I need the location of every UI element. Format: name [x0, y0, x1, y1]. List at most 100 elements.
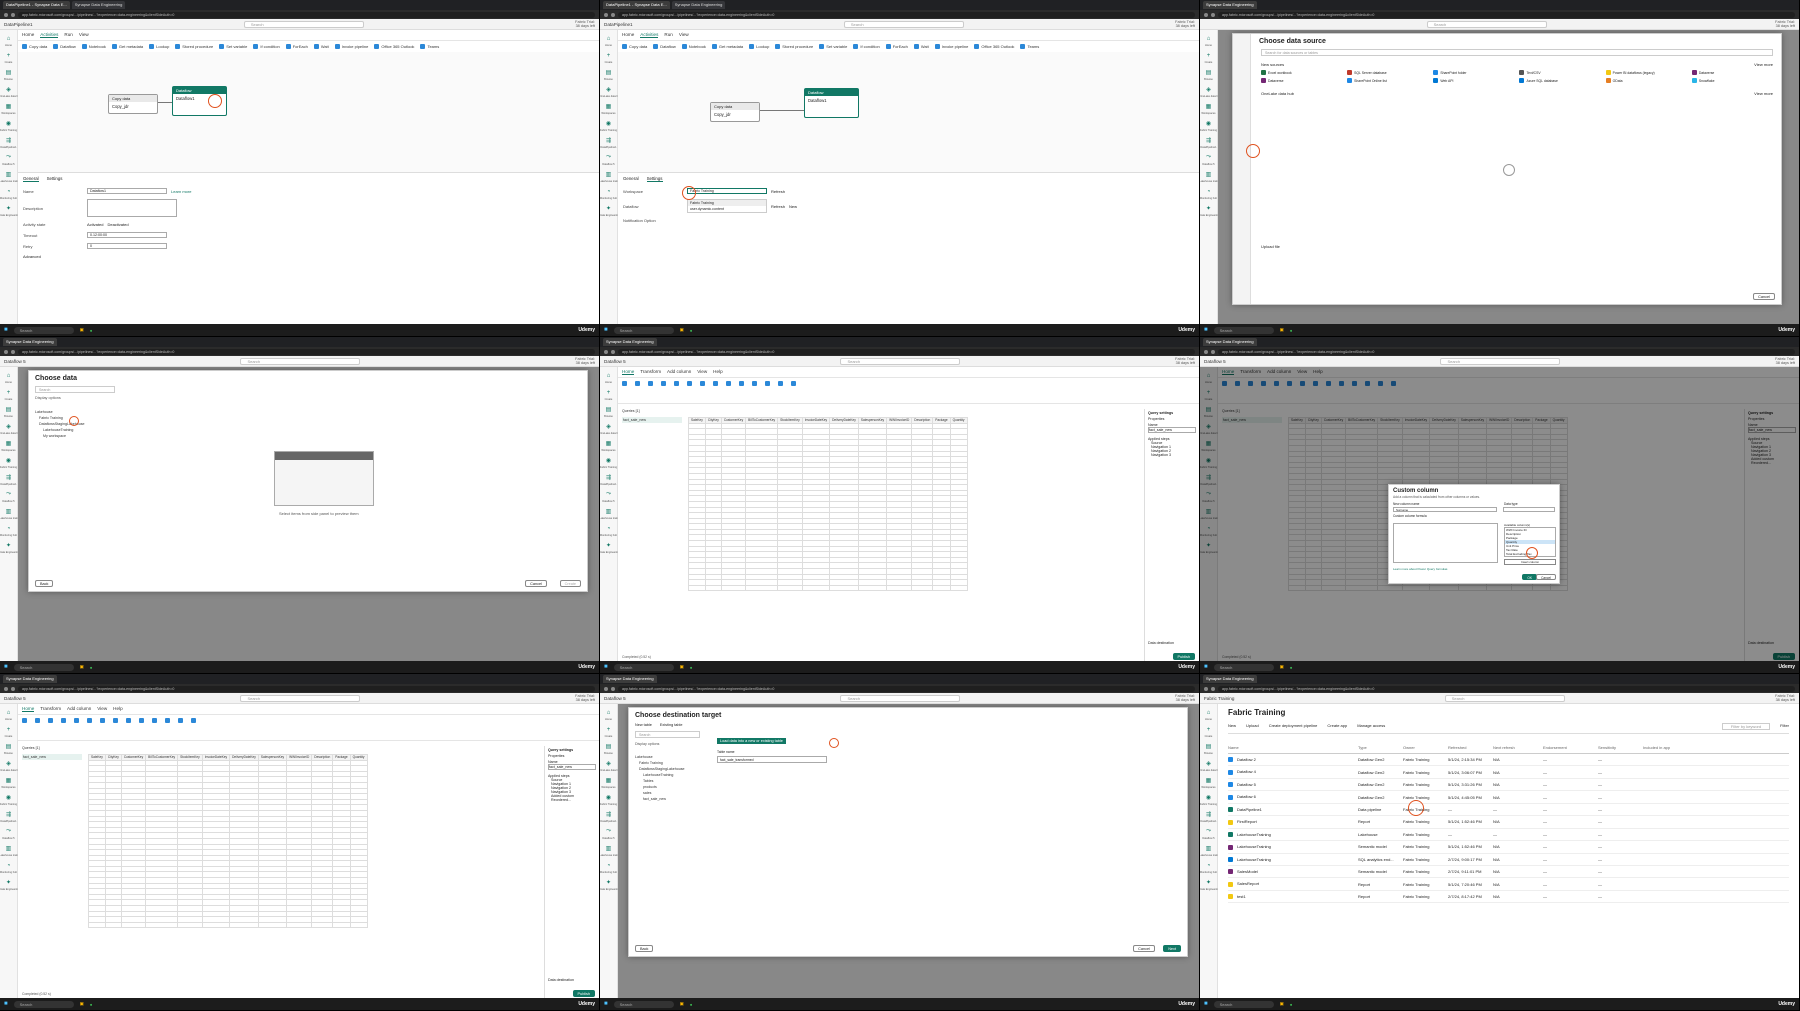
back-icon[interactable]: [604, 349, 608, 354]
browser-tab[interactable]: Synapse Data Engineering: [71, 1, 126, 9]
refresh-button[interactable]: Refresh: [771, 189, 785, 194]
nav-icon[interactable]: ▥: [4, 844, 13, 853]
column-header[interactable]: InvoiceDateKey: [801, 417, 831, 424]
source-item[interactable]: Excel workbook: [1261, 70, 1342, 75]
cancel-button[interactable]: Cancel: [1536, 574, 1556, 580]
nav-icon[interactable]: ▤: [604, 405, 613, 414]
table-row[interactable]: SalesModel Semantic model Fabric Training 2…: [1228, 866, 1789, 879]
column-header[interactable]: DeliveryDateKey: [829, 417, 859, 424]
nav-icon[interactable]: ◔: [604, 187, 613, 196]
nav-icon[interactable]: ⌂: [604, 34, 613, 43]
nav-icon[interactable]: ▥: [4, 170, 13, 179]
dropdown-option[interactable]: user.dynamic.content: [688, 206, 766, 212]
nav-icon[interactable]: ▥: [604, 507, 613, 516]
nav-icon[interactable]: ⌂: [4, 708, 13, 717]
nav-icon[interactable]: ⌂: [4, 34, 13, 43]
activity-tool[interactable]: Lookup: [749, 44, 769, 50]
item-name[interactable]: test1: [1228, 894, 1358, 900]
column-header[interactable]: SaleKey: [688, 417, 706, 424]
browser-tab[interactable]: Synapse Data Engineering: [1203, 675, 1257, 683]
source-item[interactable]: Power BI dataflows (legacy): [1605, 70, 1687, 75]
activity-tool[interactable]: Lookup: [149, 44, 169, 50]
table-row[interactable]: Dataflow 4 Dataflow Gen2 Fabric Training 5/…: [1228, 766, 1789, 779]
grid-cell[interactable]: [829, 584, 859, 592]
ribbon-button-icon[interactable]: [765, 381, 772, 400]
task-icon[interactable]: ●: [90, 665, 93, 670]
nav-icon[interactable]: ✦: [604, 541, 613, 550]
url-input[interactable]: app.fabric.microsoft.com/groups/.../pipe…: [618, 348, 1195, 355]
nav-icon[interactable]: ▦: [4, 102, 13, 111]
nav-icon[interactable]: ◔: [1204, 187, 1213, 196]
nav-icon[interactable]: ✦: [4, 204, 13, 213]
pipeline-canvas[interactable]: Copy data Copy_jdr Dataflow Dataflow1: [618, 52, 1199, 172]
table-row[interactable]: Dataflow 6 Dataflow Gen2 Fabric Training 5/…: [1228, 791, 1789, 804]
back-icon[interactable]: [4, 349, 8, 354]
new-button[interactable]: New: [1228, 723, 1236, 730]
task-icon[interactable]: ●: [1290, 665, 1293, 670]
nav-icon[interactable]: ◔: [4, 524, 13, 533]
search-input[interactable]: Search: [1444, 694, 1565, 702]
back-icon[interactable]: [1204, 686, 1208, 691]
nav-icon[interactable]: ◔: [4, 187, 13, 196]
column-header[interactable]: Quantity: [349, 754, 368, 761]
task-icon[interactable]: ▣: [1280, 327, 1284, 333]
windows-icon[interactable]: ■: [604, 1001, 608, 1007]
nav-icon[interactable]: ⇶: [1204, 810, 1213, 819]
nav-icon[interactable]: ▥: [1204, 170, 1213, 179]
ribbon-button-icon[interactable]: [635, 381, 642, 400]
create-button[interactable]: Create: [559, 580, 581, 587]
column-header[interactable]: SaleKey: [88, 754, 106, 761]
url-input[interactable]: app.fabric.microsoft.com/groups/.../pipe…: [18, 348, 595, 355]
nav-icon[interactable]: ◈: [1204, 85, 1213, 94]
taskbar-search[interactable]: Search: [613, 1000, 674, 1008]
activated-radio[interactable]: Activated: [87, 222, 103, 227]
nav-icon[interactable]: ⤳: [604, 153, 613, 162]
ribbon-button-icon[interactable]: [61, 718, 68, 737]
browser-tab[interactable]: Synapse Data Engineering: [3, 338, 57, 346]
reload-icon[interactable]: [11, 12, 15, 17]
task-icon[interactable]: ●: [690, 1002, 693, 1007]
reload-icon[interactable]: [11, 349, 15, 354]
nav-icon[interactable]: ⇶: [604, 473, 613, 482]
column-header[interactable]: WWIInvoiceID: [886, 417, 913, 424]
nav-icon[interactable]: ✦: [1204, 878, 1213, 887]
reload-icon[interactable]: [1211, 12, 1215, 17]
back-icon[interactable]: [604, 12, 608, 17]
grid-cell[interactable]: [120, 921, 147, 929]
search-input[interactable]: Search: [840, 357, 961, 365]
existing-table-radio[interactable]: Existing table: [660, 723, 683, 727]
upload-file-label[interactable]: Upload file: [1261, 244, 1280, 249]
url-input[interactable]: app.fabric.microsoft.com/groups/.../pipe…: [1218, 685, 1795, 692]
activity-tool[interactable]: Copy data: [22, 44, 47, 50]
nav-icon[interactable]: ⌂: [1204, 708, 1213, 717]
item-name[interactable]: LakehouseTraining: [1228, 832, 1358, 838]
workspace-select[interactable]: Fabric Training: [687, 188, 767, 194]
pq-menu-item[interactable]: Add column: [667, 369, 691, 375]
nav-icon[interactable]: ✦: [604, 204, 613, 213]
activity-tool[interactable]: Set variable: [219, 44, 247, 50]
search-input[interactable]: Search: [1426, 20, 1547, 28]
nav-icon[interactable]: ▥: [4, 507, 13, 516]
nav-icon[interactable]: ◈: [4, 422, 13, 431]
back-icon[interactable]: [4, 686, 8, 691]
browser-tab[interactable]: Synapse Data Engineering: [603, 338, 657, 346]
column-header[interactable]: WWIInvoiceID: [286, 754, 313, 761]
windows-icon[interactable]: ■: [604, 327, 608, 333]
taskbar-search[interactable]: Search: [13, 663, 74, 671]
query-item[interactable]: fact_sale_new: [622, 417, 682, 423]
nav-icon[interactable]: ⤳: [604, 827, 613, 836]
pq-menu-item[interactable]: Home: [22, 706, 35, 712]
column-header[interactable]: Next refresh: [1493, 745, 1543, 750]
activity-tool[interactable]: Notebook: [681, 44, 706, 50]
nav-icon[interactable]: ⇶: [4, 473, 13, 482]
windows-icon[interactable]: ■: [1204, 327, 1208, 333]
cancel-button[interactable]: Cancel: [1753, 293, 1775, 300]
table-row[interactable]: LakehouseTraining Lakehouse Fabric Trainin…: [1228, 829, 1789, 842]
data-type-select[interactable]: [1503, 507, 1555, 512]
task-icon[interactable]: ▣: [1280, 1001, 1284, 1007]
reload-icon[interactable]: [611, 686, 615, 691]
menu-activities[interactable]: Activities: [40, 32, 59, 38]
publish-button[interactable]: Publish: [1172, 653, 1195, 660]
column-header[interactable]: Quantity: [949, 417, 968, 424]
nav-icon[interactable]: +: [604, 725, 613, 734]
